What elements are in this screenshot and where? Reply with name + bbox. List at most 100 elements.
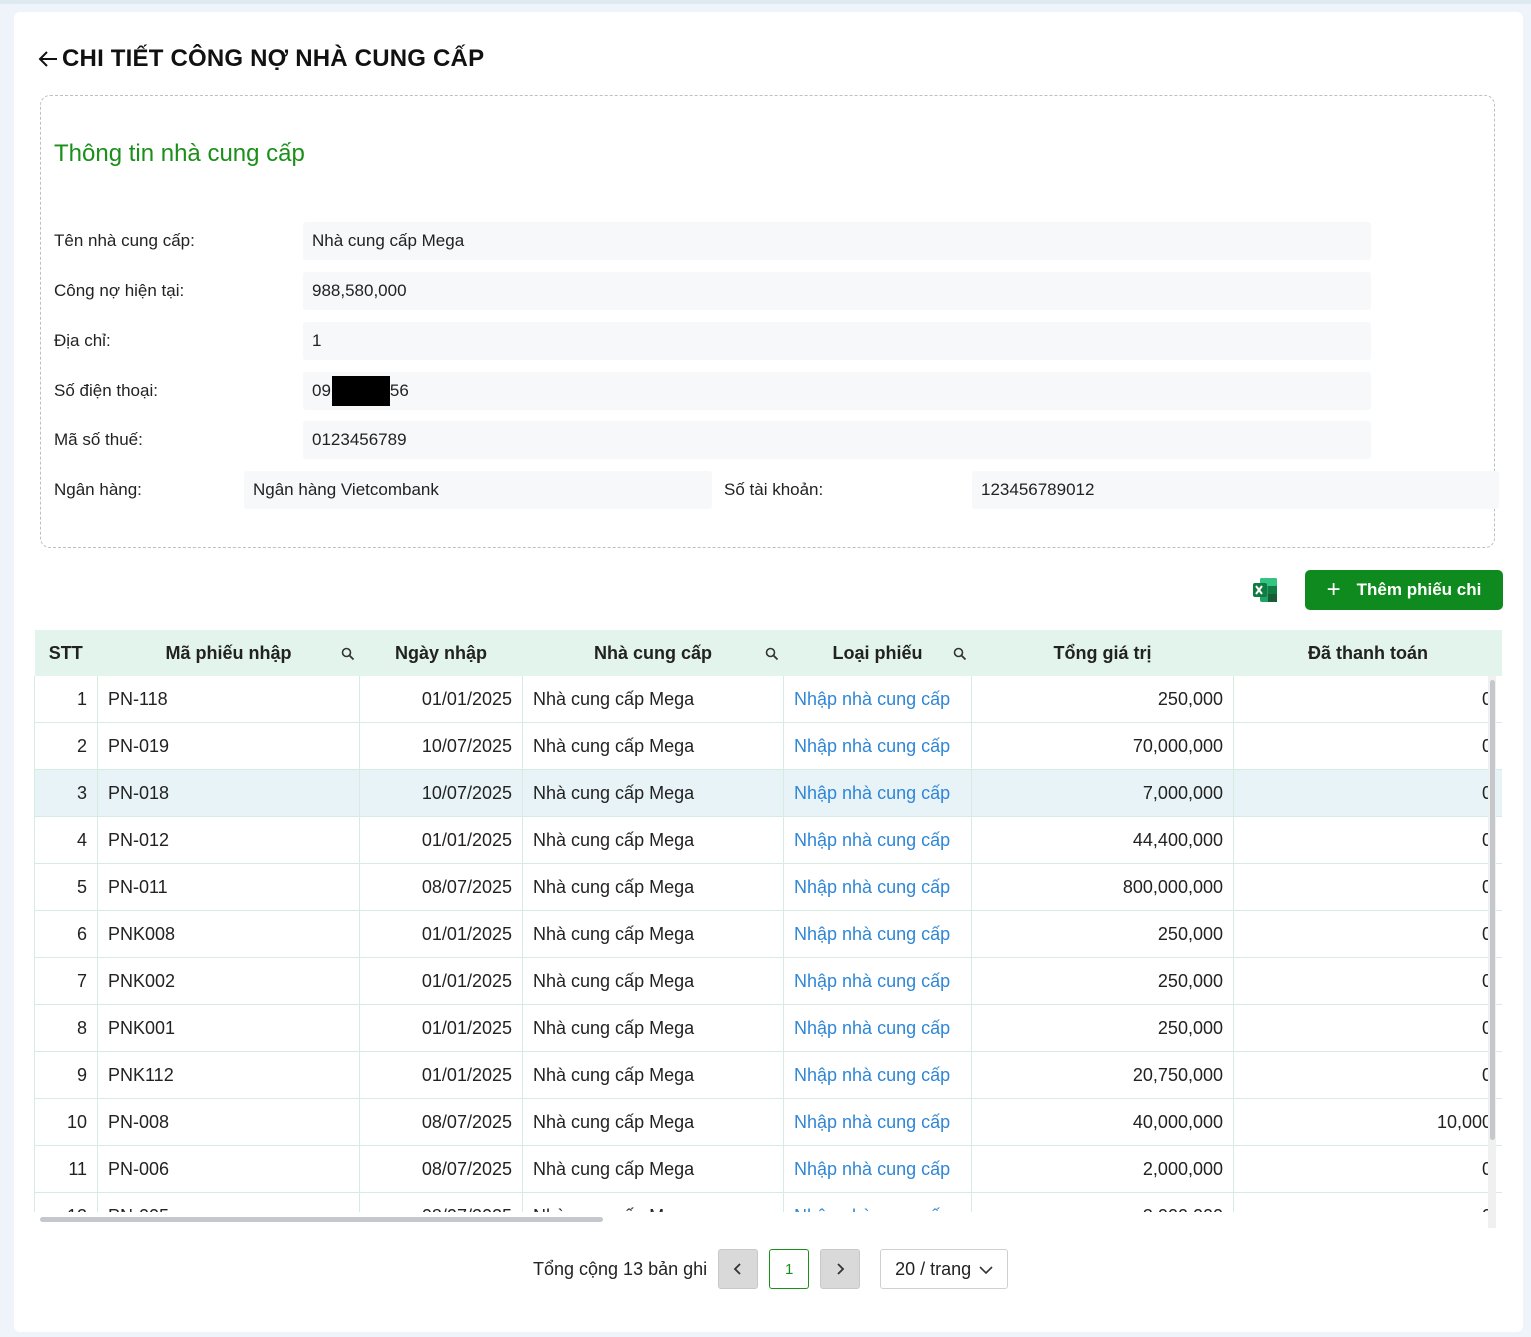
cell-paid: 0 (1233, 769, 1502, 817)
tax-row: Mã số thuế: 0123456789 (54, 421, 1371, 459)
cell-type[interactable]: Nhập nhà cung cấp (783, 1004, 972, 1052)
address-label: Địa chỉ: (54, 331, 111, 350)
cell-total: 250,000 (971, 676, 1234, 723)
cell-code: PN-118 (97, 676, 360, 723)
cell-type[interactable]: Nhập nhà cung cấp (783, 863, 972, 911)
bank-label: Ngân hàng: (54, 480, 142, 499)
col-header-code-label: Mã phiếu nhập (165, 642, 292, 663)
tax-label: Mã số thuế: (54, 430, 143, 449)
cell-date: 08/07/2025 (359, 1098, 523, 1146)
cell-stt: 2 (34, 722, 98, 770)
cell-type[interactable]: Nhập nhà cung cấp (783, 769, 972, 817)
cell-date: 10/07/2025 (359, 769, 523, 817)
cell-code: PNK112 (97, 1051, 360, 1099)
cell-paid: 0 (1233, 1004, 1502, 1052)
cell-total: 3,000,000 (971, 1192, 1234, 1212)
phone-field[interactable]: 09 56 (303, 372, 1371, 410)
vertical-scrollbar[interactable] (1490, 680, 1495, 1140)
cell-paid: 0 (1233, 816, 1502, 864)
cell-stt: 12 (34, 1192, 98, 1212)
next-page-button[interactable] (820, 1249, 861, 1289)
table-row[interactable]: 10 PN-008 08/07/2025 Nhà cung cấp Mega Nhập … (34, 1098, 1502, 1146)
cell-total: 44,400,000 (971, 816, 1234, 864)
cell-type[interactable]: Nhập nhà cung cấp (783, 1192, 972, 1212)
account-field[interactable]: 123456789012 (972, 471, 1499, 509)
col-header-paid[interactable]: Đã thanh toán (1233, 630, 1502, 676)
cell-supplier: Nhà cung cấp Mega (522, 910, 784, 958)
table-row[interactable]: 12PN-00508/07/2025Nhà cung cấp MegaNhập … (34, 1192, 1502, 1212)
cell-date: 01/01/2025 (359, 816, 523, 864)
tax-field[interactable]: 0123456789 (303, 421, 1371, 459)
col-header-supplier[interactable]: Nhà cung cấp (522, 630, 784, 676)
col-header-type[interactable]: Loại phiếu (783, 630, 972, 676)
cell-date: 01/01/2025 (359, 1004, 523, 1052)
table-row[interactable]: 11 PN-006 08/07/2025 Nhà cung cấp Mega Nhập … (34, 1145, 1502, 1193)
col-header-stt[interactable]: STT (34, 630, 98, 676)
cell-supplier: Nhà cung cấp Mega (522, 1192, 784, 1212)
cell-code: PN-008 (97, 1098, 360, 1146)
cell-type[interactable]: Nhập nhà cung cấp (783, 1098, 972, 1146)
cell-type[interactable]: Nhập nhà cung cấp (783, 1145, 972, 1193)
total-records: Tổng cộng 13 bản ghi (533, 1258, 708, 1279)
cell-total: 70,000,000 (971, 722, 1234, 770)
cell-stt: 7 (34, 957, 98, 1005)
current-debt-field[interactable]: 988,580,000 (303, 272, 1371, 310)
page-size-select[interactable]: 20 / trang (880, 1249, 1009, 1289)
cell-code: PN-012 (97, 816, 360, 864)
table-row[interactable]: 7 PNK002 01/01/2025 Nhà cung cấp Mega Nhập n… (34, 957, 1502, 1005)
page-title: CHI TIẾT CÔNG NỢ NHÀ CUNG CẤP (62, 45, 485, 72)
cell-stt: 6 (34, 910, 98, 958)
cell-paid: 0 (1233, 910, 1502, 958)
cell-date: 01/01/2025 (359, 676, 523, 723)
cell-stt: 4 (34, 816, 98, 864)
cell-total: 800,000,000 (971, 863, 1234, 911)
cell-type[interactable]: Nhập nhà cung cấp (783, 1051, 972, 1099)
cell-total: 250,000 (971, 957, 1234, 1005)
search-icon[interactable] (341, 645, 355, 661)
cell-type[interactable]: Nhập nhà cung cấp (783, 722, 972, 770)
cell-type[interactable]: Nhập nhà cung cấp (783, 816, 972, 864)
table-row[interactable]: 5 PN-011 08/07/2025 Nhà cung cấp Mega Nhập n… (34, 863, 1502, 911)
table-row[interactable]: 1 PN-118 01/01/2025 Nhà cung cấp Mega Nhập n… (34, 676, 1502, 723)
cell-type[interactable]: Nhập nhà cung cấp (783, 676, 972, 723)
cell-stt: 9 (34, 1051, 98, 1099)
bank-field[interactable]: Ngân hàng Vietcombank (244, 471, 712, 509)
cell-paid: 0 (1233, 1192, 1502, 1212)
section-title: Thông tin nhà cung cấp (54, 140, 305, 167)
data-table: STT Mã phiếu nhập Ngày nhập Nhà cung cấp… (34, 630, 1502, 1212)
cell-code: PN-018 (97, 769, 360, 817)
table-row[interactable]: 8 PNK001 01/01/2025 Nhà cung cấp Mega Nhập n… (34, 1004, 1502, 1052)
cell-supplier: Nhà cung cấp Mega (522, 676, 784, 723)
arrow-left-icon[interactable] (36, 47, 60, 71)
table-row[interactable]: 9 PNK112 01/01/2025 Nhà cung cấp Mega Nhập n… (34, 1051, 1502, 1099)
horizontal-scrollbar[interactable] (40, 1217, 603, 1222)
add-payment-button[interactable]: + Thêm phiếu chi (1305, 570, 1503, 610)
excel-icon[interactable] (1251, 576, 1279, 604)
cell-code: PN-005 (97, 1192, 360, 1212)
cell-supplier: Nhà cung cấp Mega (522, 1098, 784, 1146)
address-field[interactable]: 1 (303, 322, 1371, 360)
cell-paid: 0 (1233, 863, 1502, 911)
col-header-total[interactable]: Tổng giá trị (971, 630, 1234, 676)
cell-type[interactable]: Nhập nhà cung cấp (783, 957, 972, 1005)
col-header-date[interactable]: Ngày nhập (359, 630, 523, 676)
cell-stt: 3 (34, 769, 98, 817)
cell-code: PNK001 (97, 1004, 360, 1052)
search-icon[interactable] (765, 645, 779, 661)
phone-label: Số điện thoại: (54, 381, 158, 400)
table-row[interactable]: 4 PN-012 01/01/2025 Nhà cung cấp Mega Nhập n… (34, 816, 1502, 864)
prev-page-button[interactable] (718, 1249, 759, 1289)
cell-supplier: Nhà cung cấp Mega (522, 816, 784, 864)
table-row[interactable]: 3 PN-018 10/07/2025 Nhà cung cấp Mega Nhập n… (34, 769, 1502, 817)
table-row[interactable]: 2 PN-019 10/07/2025 Nhà cung cấp Mega Nhập n… (34, 722, 1502, 770)
cell-type[interactable]: Nhập nhà cung cấp (783, 910, 972, 958)
supplier-name-field[interactable]: Nhà cung cấp Mega (303, 222, 1371, 260)
cell-code: PNK002 (97, 957, 360, 1005)
main-card: CHI TIẾT CÔNG NỢ NHÀ CUNG CẤP Thông tin … (14, 12, 1523, 1332)
search-icon[interactable] (953, 645, 967, 661)
page-1-button[interactable]: 1 (769, 1249, 810, 1289)
col-header-code[interactable]: Mã phiếu nhập (97, 630, 360, 676)
redaction-block (331, 376, 390, 406)
cell-date: 01/01/2025 (359, 957, 523, 1005)
table-row[interactable]: 6 PNK008 01/01/2025 Nhà cung cấp Mega Nhập n… (34, 910, 1502, 958)
